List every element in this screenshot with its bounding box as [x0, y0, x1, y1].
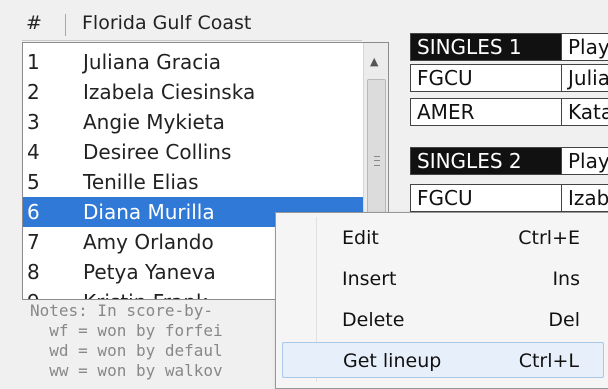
column-header-number[interactable]: # [26, 12, 42, 34]
menu-item-delete[interactable]: Delete Del [282, 302, 604, 338]
singles1-header: SINGLES 1 [410, 33, 562, 61]
context-menu: Edit Ctrl+E Insert Ins Delete Del Get li… [275, 212, 608, 389]
singles2-team1[interactable]: FGCU [410, 184, 562, 212]
player-number: 4 [27, 140, 40, 164]
column-header-team[interactable]: Florida Gulf Coast [82, 12, 251, 34]
player-number: 3 [27, 110, 40, 134]
player-number: 5 [27, 170, 40, 194]
list-item[interactable]: 2 Izabela Ciesinska [23, 77, 363, 107]
menu-item-shortcut: Del [548, 309, 580, 331]
singles2-player1[interactable]: Izab [561, 184, 608, 212]
singles1-team2[interactable]: AMER [410, 98, 562, 126]
menu-item-label: Delete [342, 309, 405, 331]
player-name: Izabela Ciesinska [83, 80, 256, 104]
list-item[interactable]: 4 Desiree Collins [23, 137, 363, 167]
menu-item-shortcut: Ctrl+E [518, 227, 580, 249]
column-divider[interactable] [65, 14, 66, 36]
player-name: Desiree Collins [83, 140, 232, 164]
player-name: Kristin Frank [83, 290, 208, 299]
player-number: 1 [27, 50, 40, 74]
list-item[interactable]: 5 Tenille Elias [23, 167, 363, 197]
menu-item-label: Insert [342, 268, 397, 290]
notes-line: ww = won by walkov [30, 361, 223, 380]
player-number: 9 [27, 290, 40, 299]
menu-item-shortcut: Ctrl+L [518, 350, 579, 372]
player-name: Diana Murilla [83, 200, 215, 224]
player-name: Petya Yaneva [83, 260, 216, 284]
singles1-team1[interactable]: FGCU [410, 64, 562, 92]
singles1-player-header: Play [561, 33, 608, 61]
player-name: Amy Orlando [83, 230, 214, 254]
player-name: Juliana Gracia [83, 50, 222, 74]
notes-line: wf = won by forfei [30, 321, 223, 340]
list-header: # Florida Gulf Coast [22, 10, 362, 41]
notes-text: Notes: In score-by- wf = won by forfei w… [30, 301, 300, 387]
player-name: Tenille Elias [83, 170, 199, 194]
player-number: 7 [27, 230, 40, 254]
menu-item-edit[interactable]: Edit Ctrl+E [282, 220, 604, 256]
player-number: 2 [27, 80, 40, 104]
list-item[interactable]: 1 Juliana Gracia [23, 47, 363, 77]
singles2-header: SINGLES 2 [410, 147, 562, 175]
list-item[interactable]: 3 Angie Mykieta [23, 107, 363, 137]
menu-item-get-lineup[interactable]: Get lineup Ctrl+L [282, 342, 604, 378]
menu-item-label: Get lineup [343, 350, 442, 372]
grip-icon [374, 156, 380, 166]
menu-item-label: Edit [342, 227, 379, 249]
singles2-player-header: Play [561, 147, 608, 175]
notes-line: wd = won by defaul [30, 341, 223, 360]
player-number: 6 [27, 200, 40, 224]
player-number: 8 [27, 260, 40, 284]
menu-item-insert[interactable]: Insert Ins [282, 261, 604, 297]
notes-line: Notes: In score-by- [30, 301, 214, 320]
scroll-up-arrow-icon[interactable]: ▲ [370, 55, 378, 68]
singles1-player2[interactable]: Kata [561, 98, 608, 126]
singles1-player1[interactable]: Julia [561, 64, 608, 92]
player-name: Angie Mykieta [83, 110, 225, 134]
menu-item-shortcut: Ins [552, 268, 580, 290]
